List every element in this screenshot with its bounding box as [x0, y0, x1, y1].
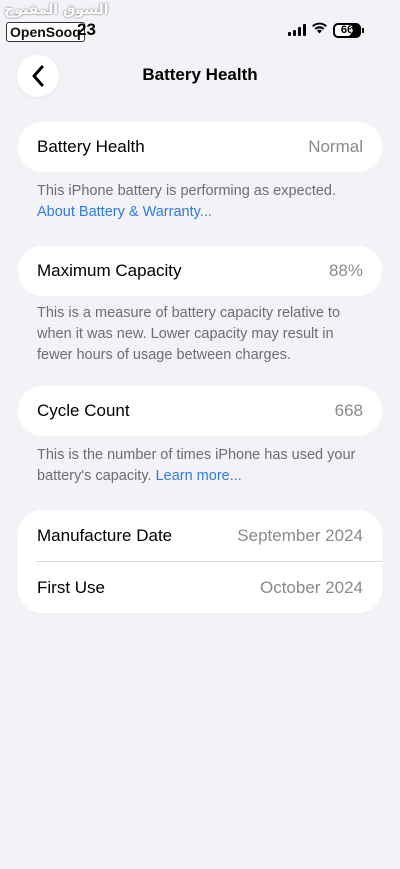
about-battery-warranty-link[interactable]: About Battery & Warranty... — [37, 204, 212, 220]
battery-health-card: Battery Health Normal — [18, 122, 382, 172]
status-bar: السوق المفتوح OpenSooq 23 66 — [0, 0, 400, 50]
cellular-signal-icon — [288, 24, 306, 36]
status-time: 23 — [77, 20, 96, 39]
battery-health-row: Battery Health Normal — [18, 122, 382, 172]
maximum-capacity-row: Maximum Capacity 88% — [18, 246, 382, 296]
status-icons: 66 — [288, 21, 364, 39]
navigation-bar: Battery Health — [0, 52, 400, 100]
cycle-count-label: Cycle Count — [37, 401, 130, 420]
battery-health-note: This iPhone battery is performing as exp… — [37, 181, 367, 223]
battery-health-label: Battery Health — [37, 137, 145, 156]
battery-icon: 66 — [333, 22, 364, 38]
cycle-count-row: Cycle Count 668 — [18, 386, 382, 436]
cycle-count-value: 668 — [334, 401, 363, 420]
manufacture-date-label: Manufacture Date — [37, 525, 173, 545]
battery-health-description: This iPhone battery is performing as exp… — [37, 183, 337, 199]
maximum-capacity-label: Maximum Capacity — [37, 261, 182, 280]
maximum-capacity-card: Maximum Capacity 88% — [18, 246, 382, 296]
battery-health-value: Normal — [308, 137, 363, 156]
watermark-latin: OpenSooq — [6, 22, 85, 42]
maximum-capacity-value: 88% — [328, 261, 363, 280]
cycle-count-note: This is the number of times iPhone has u… — [37, 445, 367, 487]
page-title: Battery Health — [142, 65, 258, 84]
manufacture-date-value: September 2024 — [237, 525, 363, 545]
first-use-row: First Use October 2024 — [18, 562, 382, 613]
first-use-value: October 2024 — [259, 577, 363, 597]
battery-level: 66 — [340, 24, 354, 36]
manufacture-date-row: Manufacture Date September 2024 — [18, 510, 382, 561]
learn-more-link[interactable]: Learn more... — [156, 468, 242, 484]
maximum-capacity-note: This is a measure of battery capacity re… — [37, 305, 341, 363]
dates-card: Manufacture Date September 2024 First Us… — [18, 510, 382, 613]
wifi-icon — [311, 21, 328, 39]
cycle-count-card: Cycle Count 668 — [18, 386, 382, 436]
watermark-arabic: السوق المفتوح — [4, 2, 109, 18]
first-use-label: First Use — [37, 577, 105, 597]
opensooq-watermark: السوق المفتوح OpenSooq — [4, 2, 109, 42]
